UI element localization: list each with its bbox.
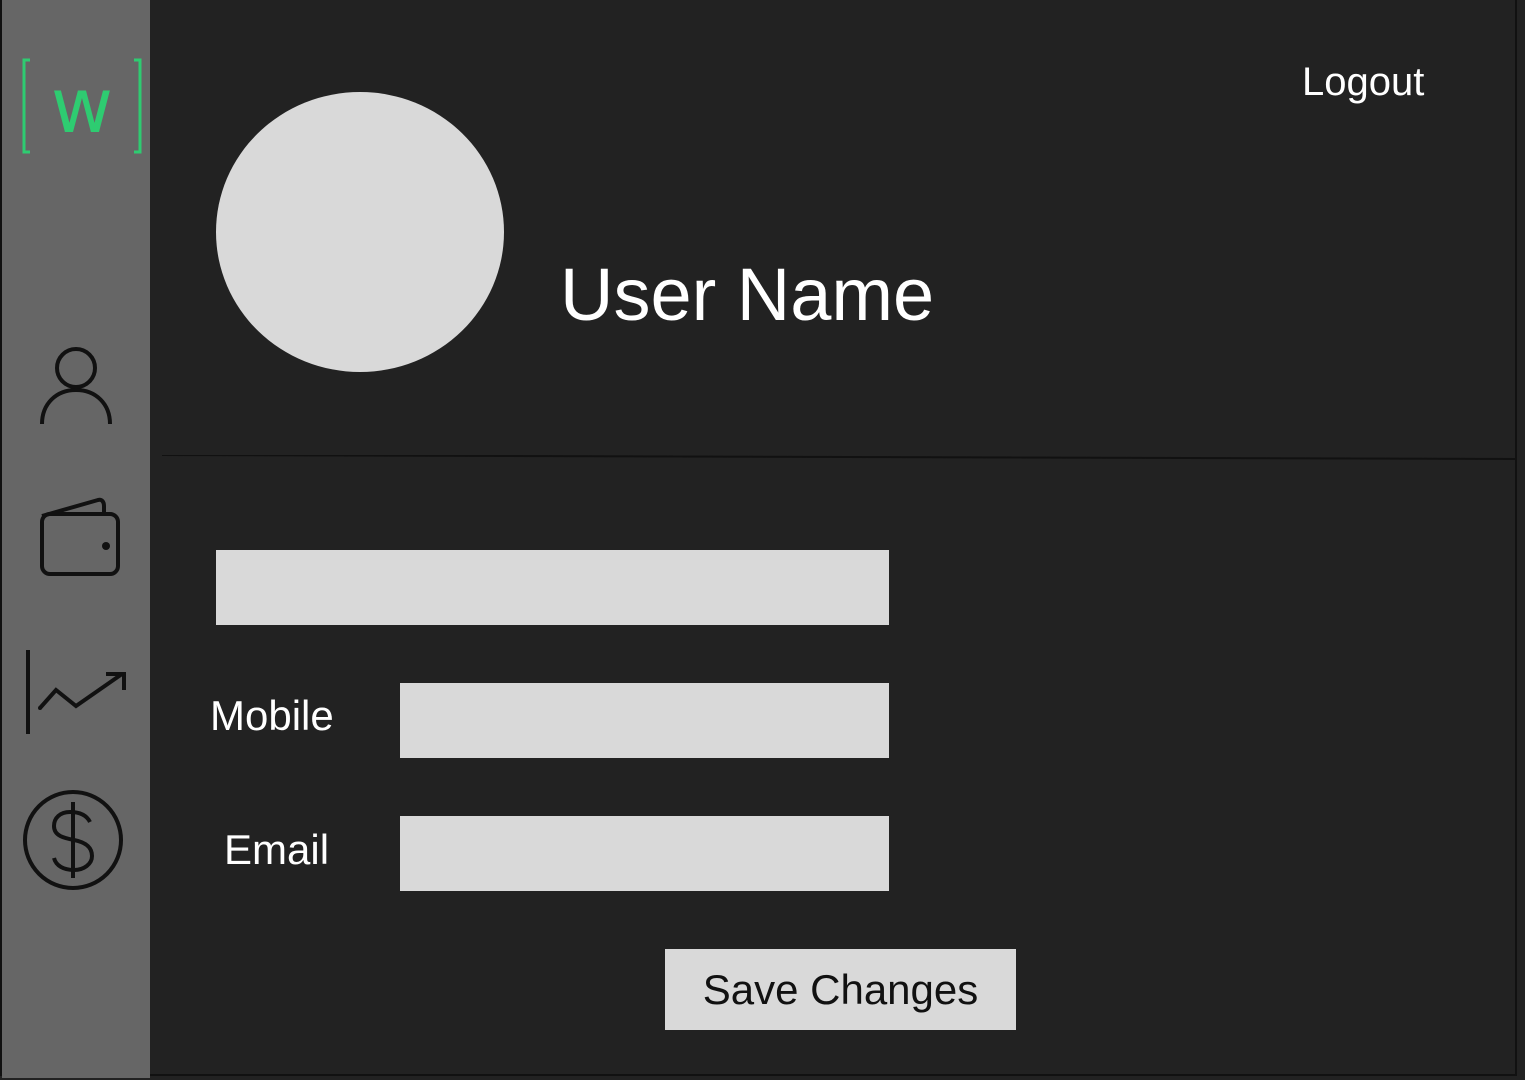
email-label: Email xyxy=(224,826,330,873)
divider xyxy=(162,455,1517,460)
app-frame xyxy=(0,0,1517,1076)
user-name: User Name xyxy=(560,253,935,336)
dollar-circle-icon[interactable] xyxy=(20,788,126,892)
name-field[interactable] xyxy=(216,550,889,625)
sidebar: w xyxy=(2,0,150,1078)
user-icon[interactable] xyxy=(36,344,116,428)
mobile-label: Mobile xyxy=(210,692,334,739)
email-field[interactable] xyxy=(400,816,889,891)
avatar[interactable] xyxy=(216,92,504,372)
save-changes-button[interactable]: Save Changes xyxy=(665,949,1016,1030)
logo: w xyxy=(22,58,142,154)
mobile-field[interactable] xyxy=(400,683,889,758)
wallet-icon[interactable] xyxy=(36,494,124,580)
logout-link[interactable]: Logout xyxy=(1302,60,1424,105)
chart-trend-icon[interactable] xyxy=(22,648,130,736)
svg-text:w: w xyxy=(51,61,113,150)
